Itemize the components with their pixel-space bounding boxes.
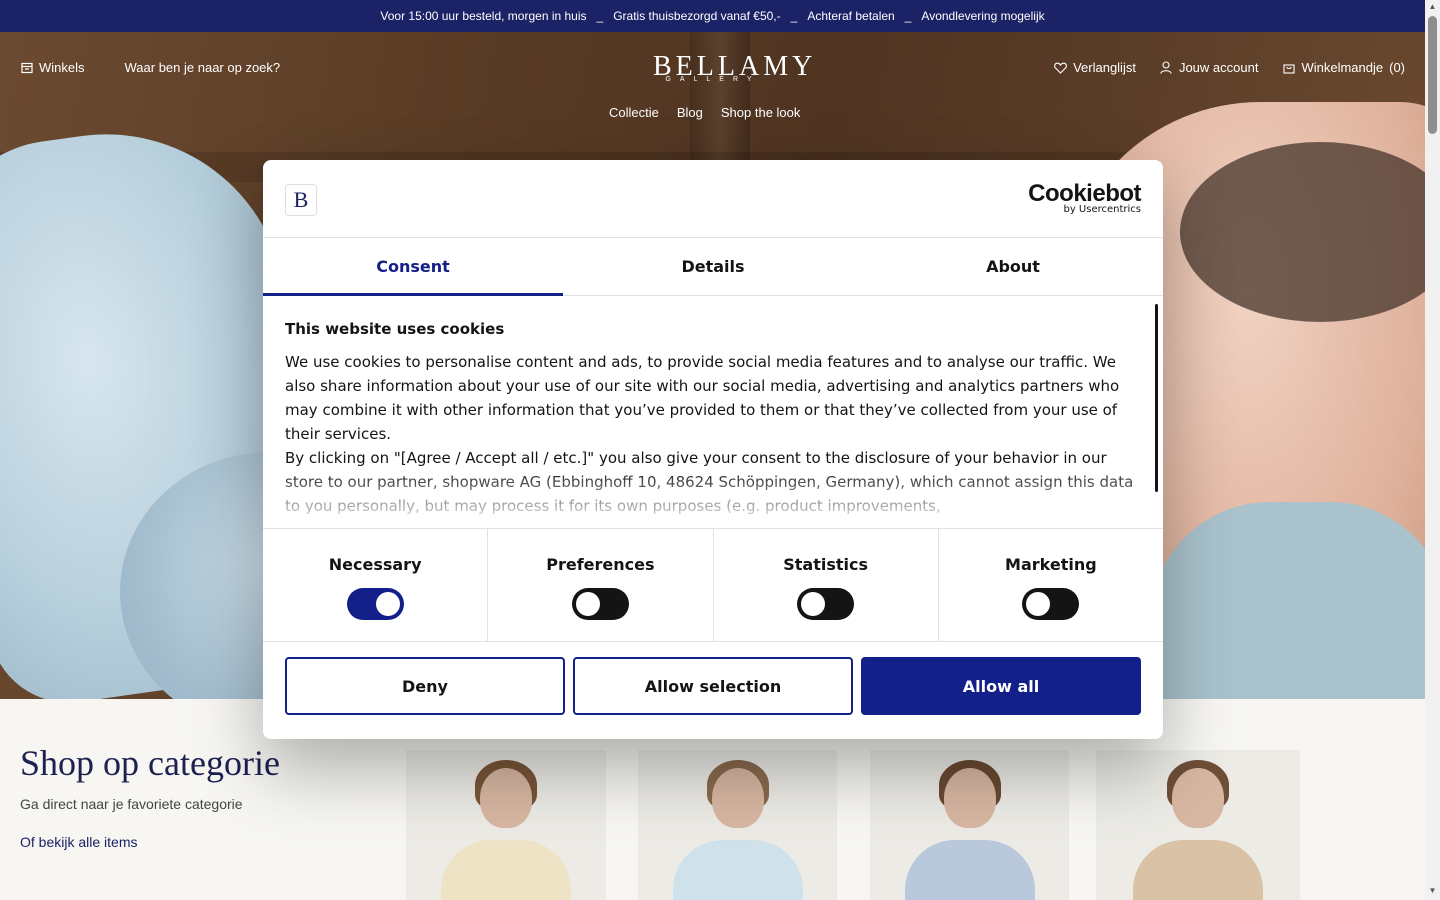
allow-selection-button[interactable]: Allow selection <box>573 657 853 715</box>
category-statistics: Statistics <box>714 529 939 641</box>
site-logo-badge: B <box>285 184 317 216</box>
consent-categories: Necessary Preferences Statistics Marketi… <box>263 528 1163 642</box>
promo-bar: Voor 15:00 uur besteld, morgen in huis _… <box>0 0 1425 32</box>
toggle-knob <box>801 592 826 616</box>
account-label: Jouw account <box>1178 60 1259 75</box>
cookie-consent-dialog: B Cookiebot by Usercentrics Consent Deta… <box>263 160 1163 739</box>
tab-about[interactable]: About <box>863 238 1163 295</box>
necessary-toggle[interactable] <box>346 588 404 620</box>
card-model <box>480 768 532 828</box>
scrollbar-thumb[interactable] <box>1428 16 1437 134</box>
search-placeholder: Waar ben je naar op zoek? <box>124 60 281 75</box>
nav-item-shop-the-look[interactable]: Shop the look <box>721 105 801 120</box>
view-all-items-link[interactable]: Of bekijk alle items <box>20 834 137 850</box>
toggle-knob <box>1026 592 1051 616</box>
card-model <box>943 768 996 828</box>
hero-model-top <box>1150 502 1425 699</box>
toggle-label: Statistics <box>783 555 868 574</box>
text-fade <box>263 468 1163 528</box>
promo-item: Voor 15:00 uur besteld, morgen in huis <box>380 9 587 23</box>
category-preferences: Preferences <box>488 529 714 641</box>
store-icon <box>20 61 33 74</box>
promo-item: Gratis thuisbezorgd vanaf €50,- <box>613 9 781 23</box>
toggle-label: Marketing <box>1005 555 1097 574</box>
statistics-toggle[interactable] <box>797 588 855 620</box>
tab-details[interactable]: Details <box>563 238 863 295</box>
category-card[interactable] <box>638 750 837 900</box>
category-card[interactable] <box>1096 750 1300 900</box>
user-icon <box>1160 61 1173 74</box>
category-necessary: Necessary <box>263 529 489 641</box>
promo-item: Achteraf betalen <box>807 9 895 23</box>
consent-buttons: Deny Allow selection Allow all <box>263 642 1163 730</box>
stores-link[interactable]: Winkels <box>20 60 85 75</box>
cart-link[interactable]: Winkelmandje (0) <box>1282 60 1405 75</box>
card-garment <box>904 840 1035 900</box>
consent-heading: This website uses cookies <box>285 320 505 338</box>
card-model <box>1172 768 1224 828</box>
wishlist-link[interactable]: Verlanglijst <box>1054 60 1136 75</box>
search-input[interactable]: Waar ben je naar op zoek? <box>125 60 281 75</box>
stores-label: Winkels <box>39 60 85 75</box>
cookiebot-logo: Cookiebot by Usercentrics <box>1028 180 1141 216</box>
heart-icon <box>1054 61 1067 74</box>
consent-paragraph: We use cookies to personalise content an… <box>285 353 1120 443</box>
logo-subtext: GALLERY <box>665 76 761 83</box>
scroll-up-icon[interactable]: ▲ <box>1428 2 1437 11</box>
toggle-knob <box>575 592 600 616</box>
preferences-toggle[interactable] <box>571 588 629 620</box>
header-left: Winkels Waar ben je naar op zoek? <box>20 60 280 75</box>
category-card[interactable] <box>406 750 606 900</box>
scroll-down-icon[interactable]: ▼ <box>1428 886 1437 895</box>
card-model <box>711 768 764 828</box>
promo-separator: _ <box>596 9 604 23</box>
main-nav: Collectie Blog Shop the look <box>609 105 800 120</box>
wishlist-label: Verlanglijst <box>1073 60 1136 75</box>
card-garment <box>441 840 571 900</box>
cart-count: (0) <box>1389 60 1405 75</box>
cookiebot-wordmark: Cookiebot <box>1028 180 1141 207</box>
cart-icon <box>1282 61 1295 74</box>
nav-item-collectie[interactable]: Collectie <box>609 105 659 120</box>
promo-separator: _ <box>790 9 798 23</box>
header-right: Verlanglijst Jouw account Winkelmandje (… <box>1054 60 1405 75</box>
promo-item: Avondlevering mogelijk <box>921 9 1045 23</box>
tab-consent[interactable]: Consent <box>263 238 563 296</box>
category-title: Shop op categorie <box>20 743 280 783</box>
toggle-label: Preferences <box>546 555 655 574</box>
category-marketing: Marketing <box>939 529 1163 641</box>
marketing-toggle[interactable] <box>1022 588 1080 620</box>
page-scrollbar[interactable]: ▲ ▼ <box>1425 0 1440 900</box>
toggle-label: Necessary <box>328 555 422 574</box>
consent-text-panel[interactable]: This website uses cookies We use cookies… <box>263 296 1163 528</box>
allow-all-button[interactable]: Allow all <box>861 657 1141 715</box>
card-garment <box>672 840 803 900</box>
site-header: Winkels Waar ben je naar op zoek? BELLAM… <box>0 32 1425 142</box>
account-link[interactable]: Jouw account <box>1160 60 1259 75</box>
toggle-knob <box>375 592 400 616</box>
site-logo[interactable]: BELLAMY GALLERY <box>653 53 812 84</box>
category-subtitle: Ga direct naar je favoriete categorie <box>20 796 243 812</box>
consent-text-scrollbar[interactable] <box>1155 304 1158 492</box>
dialog-tabs: Consent Details About <box>263 238 1163 296</box>
dialog-header: B Cookiebot by Usercentrics <box>263 160 1163 238</box>
cart-label: Winkelmandje <box>1301 60 1384 75</box>
deny-button[interactable]: Deny <box>285 657 565 715</box>
category-card[interactable] <box>870 750 1069 900</box>
card-garment <box>1133 840 1263 900</box>
promo-separator: _ <box>904 9 912 23</box>
nav-item-blog[interactable]: Blog <box>677 105 703 120</box>
